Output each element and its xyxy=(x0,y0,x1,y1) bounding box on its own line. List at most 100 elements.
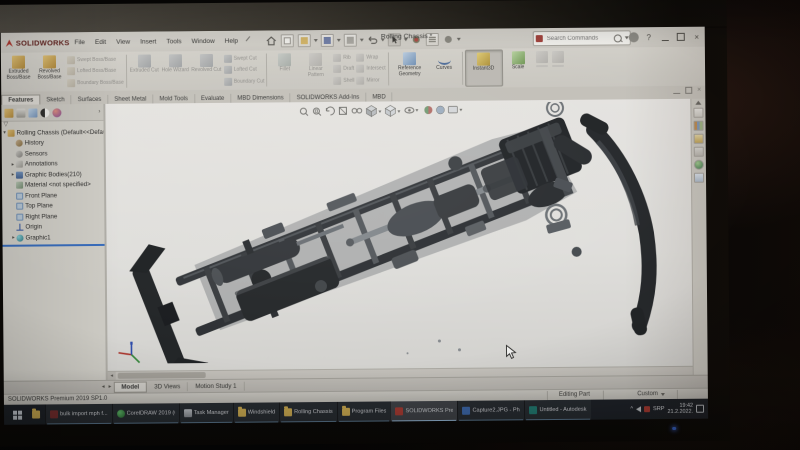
volume-icon[interactable] xyxy=(636,406,641,412)
ribbon-button-revolved-boss[interactable]: Revolved Boss/Base xyxy=(34,53,65,90)
tab-features[interactable]: Features xyxy=(1,94,40,104)
tab-mbd[interactable]: MBD xyxy=(366,92,392,101)
configuration-manager-tab-icon[interactable] xyxy=(28,108,37,117)
task-pane-expand-icon[interactable] xyxy=(695,101,701,105)
tray-app-icon[interactable] xyxy=(644,406,650,412)
search-icon[interactable] xyxy=(614,34,622,42)
custom-properties-icon[interactable] xyxy=(694,173,704,183)
doc-tab-motion-study[interactable]: Motion Study 1 xyxy=(188,381,244,390)
doc-tab-3d-views[interactable]: 3D Views xyxy=(147,382,188,391)
appearances-scenes-icon[interactable] xyxy=(694,160,704,170)
undo-icon[interactable] xyxy=(367,34,378,45)
ribbon-button-lofted-cut[interactable]: Lofted Cut xyxy=(222,65,265,76)
status-units-dropdown[interactable]: Custom xyxy=(637,391,666,397)
doc-restore-icon[interactable] xyxy=(685,87,692,94)
taskbar-app-rolling-chassis[interactable]: Rolling Chassis xyxy=(279,402,337,423)
help-icon[interactable]: ? xyxy=(643,31,655,43)
user-login-icon[interactable] xyxy=(629,32,639,42)
tray-chevron-icon[interactable]: ^ xyxy=(630,406,633,412)
ribbon-button-draft[interactable]: Draft xyxy=(331,64,354,75)
ribbon-button-swept-cut[interactable]: Swept Cut xyxy=(222,53,265,64)
taskbar-app-coreldraw[interactable]: CorelDRAW 2019 (6... xyxy=(112,403,179,424)
taskbar-app-task-manager[interactable]: Task Manager xyxy=(179,403,233,423)
ribbon-button-swept-boss[interactable]: Swept Boss/Base xyxy=(65,54,124,66)
menu-help[interactable]: Help xyxy=(220,37,243,44)
taskbar-app-bulk-import[interactable]: bulk import mph f... xyxy=(45,404,112,425)
ribbon-button-fillet[interactable]: Fillet xyxy=(269,51,300,88)
home-icon[interactable] xyxy=(266,35,277,46)
ribbon-button-shell[interactable]: Shell xyxy=(331,75,354,86)
start-button[interactable] xyxy=(7,405,27,425)
minimize-button[interactable] xyxy=(659,31,671,43)
doc-minimize-icon[interactable] xyxy=(673,93,680,94)
language-indicator[interactable]: SRP xyxy=(653,406,665,412)
ribbon-button-instant3d[interactable]: Instant3D xyxy=(464,49,502,86)
ribbon-button-mirror[interactable]: Mirror xyxy=(355,75,386,86)
feature-tree-tab-icon[interactable] xyxy=(4,108,13,117)
taskbar-clock[interactable]: 19:42 21.2.2022. xyxy=(667,403,693,415)
search-commands-box[interactable] xyxy=(533,30,631,46)
menu-window[interactable]: Window xyxy=(187,37,220,44)
open-icon[interactable] xyxy=(298,34,311,47)
ribbon-button-intersect[interactable]: Intersect xyxy=(354,63,385,74)
file-explorer-taskbar-icon[interactable] xyxy=(27,404,45,424)
new-file-icon[interactable] xyxy=(281,34,294,47)
scroll-left-arrow-icon[interactable]: ◂ xyxy=(108,372,116,380)
ribbon-button-boundary-boss[interactable]: Boundary Boss/Base xyxy=(65,77,124,89)
menu-file[interactable]: File xyxy=(69,39,90,46)
ribbon-button-extruded-boss[interactable]: Extruded Boss/Base xyxy=(3,54,34,91)
restore-button[interactable] xyxy=(675,31,687,43)
rollback-bar[interactable] xyxy=(3,243,105,246)
file-explorer-pane-icon[interactable] xyxy=(694,134,704,144)
search-input[interactable] xyxy=(545,35,614,42)
tree-item-graphic1[interactable]: ▸Graphic1 xyxy=(2,232,104,243)
menu-insert[interactable]: Insert xyxy=(135,38,161,45)
tab-surfaces[interactable]: Surfaces xyxy=(72,95,109,104)
open-dropdown-icon[interactable] xyxy=(314,39,318,42)
ribbon-button-reference-geometry[interactable]: Reference Geometry xyxy=(390,50,428,87)
ribbon-button-revolved-cut[interactable]: Revolved Cut xyxy=(191,52,222,89)
tab-mold-tools[interactable]: Mold Tools xyxy=(153,94,195,103)
ribbon-button-disabled-extra-2[interactable] xyxy=(549,49,565,86)
save-icon[interactable] xyxy=(321,33,334,46)
pin-menu-icon[interactable] xyxy=(246,36,255,45)
ribbon-button-curves[interactable]: Curves xyxy=(428,50,459,87)
scrollbar-thumb[interactable] xyxy=(118,372,206,379)
print-icon[interactable] xyxy=(344,33,357,46)
taskbar-app-solidworks[interactable]: SOLIDWORKS Prem... xyxy=(390,401,457,422)
graphics-viewport[interactable]: ◂ xyxy=(105,99,707,380)
display-manager-tab-icon[interactable] xyxy=(52,108,61,117)
menu-tools[interactable]: Tools xyxy=(161,38,186,45)
ribbon-button-linear-pattern[interactable]: Linear Pattern xyxy=(300,51,331,88)
ribbon-button-lofted-boss[interactable]: Lofted Boss/Base xyxy=(65,66,124,78)
taskbar-app-autodesk[interactable]: Untitled - Autodesk... xyxy=(524,400,591,421)
doc-close-icon[interactable]: × xyxy=(697,87,701,94)
doc-tab-model[interactable]: Model xyxy=(113,381,147,392)
solidworks-resources-icon[interactable] xyxy=(693,108,703,118)
ribbon-button-disabled-extra-1[interactable] xyxy=(533,49,549,86)
print-dropdown-icon[interactable] xyxy=(360,38,364,41)
tab-sketch[interactable]: Sketch xyxy=(40,95,71,104)
save-dropdown-icon[interactable] xyxy=(337,38,341,41)
ribbon-button-wrap[interactable]: Wrap xyxy=(354,52,385,63)
dimxpert-manager-tab-icon[interactable] xyxy=(40,108,49,117)
menu-view[interactable]: View xyxy=(111,38,135,45)
view-palette-icon[interactable] xyxy=(694,147,704,157)
tab-sheet-metal[interactable]: Sheet Metal xyxy=(108,94,153,103)
tree-tabs-overflow-icon[interactable]: › xyxy=(98,109,100,115)
ribbon-button-hole-wizard[interactable]: Hole Wizard xyxy=(160,52,191,89)
menu-edit[interactable]: Edit xyxy=(90,38,111,45)
taskbar-app-program-files[interactable]: Program Files xyxy=(337,401,391,421)
tab-evaluate[interactable]: Evaluate xyxy=(195,94,231,103)
ribbon-button-boundary-cut[interactable]: Boundary Cut xyxy=(222,76,265,87)
ribbon-button-extruded-cut[interactable]: Extruded Cut xyxy=(129,52,160,89)
ribbon-button-rib[interactable]: Rib xyxy=(331,52,354,63)
taskbar-app-photos[interactable]: Capture2.JPG - Pho... xyxy=(457,400,524,421)
options-dropdown-icon[interactable] xyxy=(457,37,461,40)
options-gear-icon[interactable] xyxy=(443,33,454,44)
ribbon-button-scale[interactable]: Scale xyxy=(502,49,533,86)
close-button[interactable]: × xyxy=(691,31,703,43)
taskbar-app-windshield[interactable]: Windshield xyxy=(233,402,280,422)
design-library-icon[interactable] xyxy=(694,121,704,131)
property-manager-tab-icon[interactable] xyxy=(16,108,25,117)
